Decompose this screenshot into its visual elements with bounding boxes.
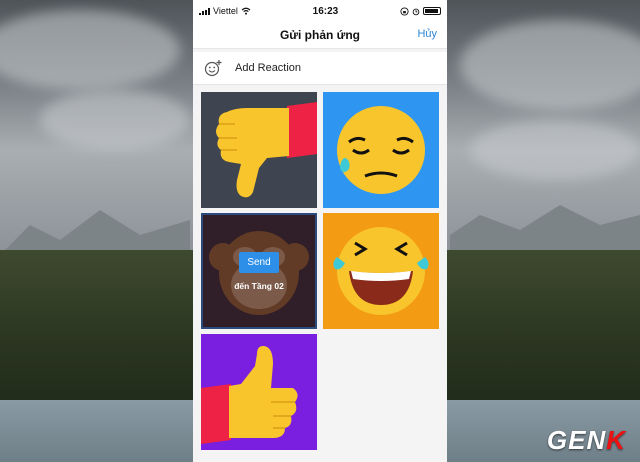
send-overlay: Send đến Tầng 02 — [201, 213, 317, 329]
reaction-thumbs-up[interactable] — [201, 334, 317, 450]
reaction-laughing[interactable] — [323, 213, 439, 329]
thumbs-up-icon — [201, 346, 298, 444]
add-reaction-label: Add Reaction — [235, 62, 302, 74]
cloud — [40, 90, 190, 150]
send-button[interactable]: Send — [239, 251, 279, 273]
reaction-sad-face[interactable] — [323, 92, 439, 208]
smiley-plus-icon — [204, 60, 222, 77]
laughing-tears-icon — [333, 227, 429, 315]
sad-face-icon — [337, 106, 425, 194]
battery-icon — [423, 7, 441, 15]
signal-icon — [199, 7, 210, 15]
reaction-thumbs-down[interactable] — [201, 92, 317, 208]
rotation-lock-icon — [400, 6, 409, 16]
send-destination: đến Tầng 02 — [234, 280, 284, 291]
status-bar: Viettel 16:23 — [193, 0, 447, 22]
reaction-monkey-selected[interactable]: Send đến Tầng 02 — [201, 213, 317, 329]
page-title: Gửi phản ứng — [279, 28, 361, 42]
phone-screen: Viettel 16:23 Gửi phản ứng Hủy Add React… — [193, 0, 447, 462]
wifi-icon — [241, 7, 251, 15]
carrier-name: Viettel — [213, 6, 238, 16]
add-reaction-button[interactable]: Add Reaction — [193, 52, 447, 85]
thumbs-down-icon — [216, 102, 317, 198]
status-time: 16:23 — [312, 5, 339, 17]
cloud — [470, 120, 640, 180]
alarm-icon — [412, 8, 420, 15]
navigation-bar: Gửi phản ứng Hủy — [193, 22, 447, 49]
genk-watermark: GENK — [546, 425, 626, 455]
cancel-button[interactable]: Hủy — [417, 28, 437, 40]
